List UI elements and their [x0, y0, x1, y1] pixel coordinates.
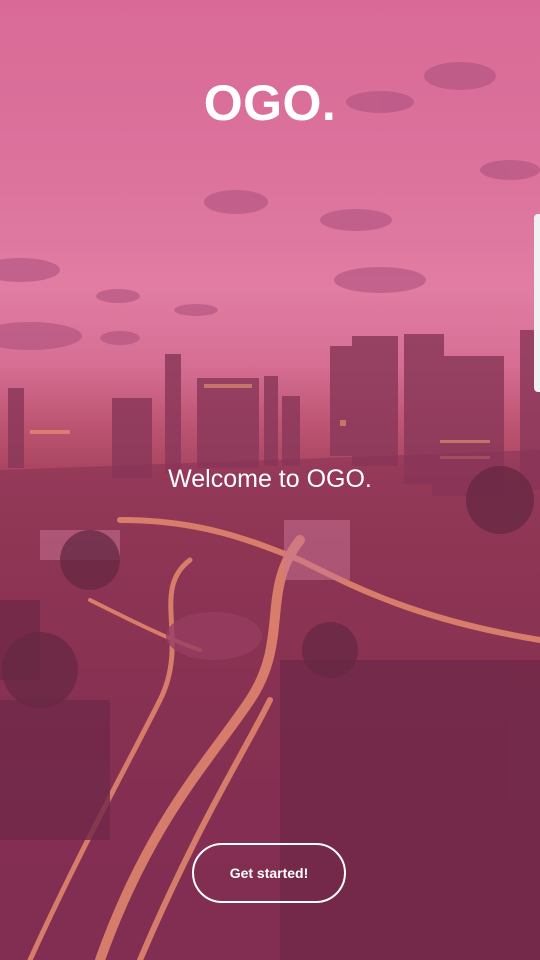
get-started-label: Get started! — [229, 865, 309, 881]
welcome-screen: OGO. Welcome to OGO. Get started! — [0, 0, 540, 960]
welcome-message: Welcome to OGO. — [168, 465, 372, 493]
app-logo: OGO. — [203, 75, 337, 131]
get-started-button[interactable]: Get started! — [192, 843, 346, 903]
edge-panel-handle[interactable] — [534, 214, 540, 392]
